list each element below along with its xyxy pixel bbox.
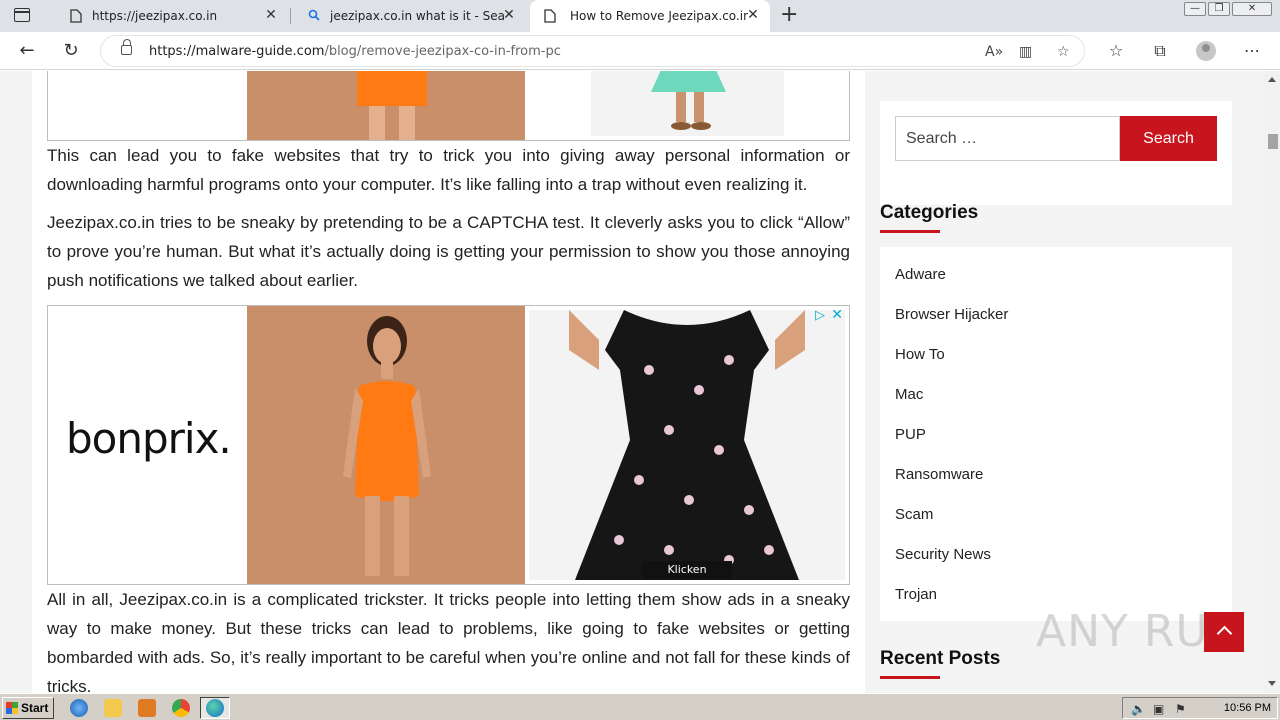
favorites-icon[interactable]: ☆ <box>1106 41 1126 60</box>
profile-avatar[interactable] <box>1196 41 1216 61</box>
category-link[interactable]: Security News <box>895 546 991 563</box>
ad-photo-floral-dress <box>529 310 845 580</box>
search-widget: Search … Search <box>880 101 1232 205</box>
start-button[interactable]: Start <box>2 697 54 719</box>
category-link[interactable]: Ransomware <box>895 466 983 483</box>
adchoices-icon[interactable]: ▷ <box>815 308 825 323</box>
tab-jeezipax[interactable]: https://jeezipax.co.in ✕ <box>56 0 288 32</box>
start-label: Start <box>21 701 49 715</box>
page-viewport: This can lead you to fake websites that … <box>0 71 1264 693</box>
article-paragraph: All in all, Jeezipax.co.in is a complica… <box>47 590 850 693</box>
categories-heading: Categories <box>880 202 979 223</box>
taskbar-edge-button[interactable] <box>200 697 230 719</box>
chrome-icon[interactable] <box>172 699 190 717</box>
tab-divider <box>290 8 291 24</box>
category-link[interactable]: Mac <box>895 386 923 403</box>
tab-close-icon[interactable]: ✕ <box>264 8 278 22</box>
model-floral-dress-illustration <box>569 310 805 580</box>
volume-icon[interactable]: 🔈 <box>1131 702 1146 716</box>
back-to-top-button[interactable] <box>1204 612 1244 652</box>
ad-photo-orange <box>247 71 525 140</box>
read-aloud-icon[interactable]: A» <box>985 44 1003 60</box>
reader-view-icon[interactable]: ▥ <box>1019 44 1032 60</box>
article-paragraph: Jeezipax.co.in tries to be sneaky by pre… <box>47 213 850 290</box>
category-link[interactable]: Adware <box>895 266 946 283</box>
model-skirt-illustration <box>651 71 726 130</box>
category-link[interactable]: PUP <box>895 426 926 443</box>
search-icon <box>308 9 320 21</box>
vertical-scrollbar[interactable] <box>1264 71 1280 693</box>
tab-active-article[interactable]: How to Remove Jeezipax.co.in f ✕ <box>530 0 770 32</box>
tab-close-icon[interactable]: ✕ <box>502 8 516 22</box>
browser-tab-strip: https://jeezipax.co.in ✕ jeezipax.co.in … <box>0 0 1280 32</box>
scroll-down-arrow-icon[interactable] <box>1268 681 1276 686</box>
url-path: /blog/remove-jeezipax-co-in-from-pc <box>324 44 561 59</box>
edge-icon <box>206 699 224 717</box>
collections-icon[interactable]: ⧉ <box>1150 41 1170 61</box>
category-link[interactable]: Browser Hijacker <box>895 306 1008 323</box>
flag-icon[interactable]: ⚑ <box>1175 702 1186 716</box>
recent-posts-heading: Recent Posts <box>880 648 1001 669</box>
maximize-icon[interactable]: ❐ <box>1208 2 1230 16</box>
model-orange-dress-illustration <box>343 316 431 576</box>
search-button[interactable]: Search <box>1120 116 1217 161</box>
categories-list: Adware Browser Hijacker How To Mac PUP R… <box>880 247 1232 621</box>
internet-explorer-icon[interactable] <box>70 699 88 717</box>
ad-photo-white <box>591 71 784 136</box>
page-icon <box>70 9 82 23</box>
ad-close-icon[interactable]: ✕ <box>831 307 843 323</box>
search-input[interactable]: Search … <box>895 116 1120 161</box>
tab-close-icon[interactable]: ✕ <box>746 8 760 22</box>
tab-search[interactable]: jeezipax.co.in what is it - Search ✕ <box>294 0 526 32</box>
system-tray: 🔈 ▣ ⚑ 10:56 PM <box>1122 697 1278 719</box>
address-toolbar: ← ↻ https://malware-guide.com/blog/remov… <box>0 32 1280 70</box>
address-field[interactable]: https://malware-guide.com/blog/remove-je… <box>100 35 1085 67</box>
scrollbar-thumb[interactable] <box>1268 134 1278 149</box>
windows-taskbar: Start 🔈 ▣ ⚑ 10:56 PM <box>0 693 1280 720</box>
category-link[interactable]: Scam <box>895 506 933 523</box>
tab-label: How to Remove Jeezipax.co.in f <box>570 9 748 23</box>
page-icon <box>544 9 556 23</box>
tab-label: https://jeezipax.co.in <box>92 9 218 23</box>
tab-label: jeezipax.co.in what is it - Search <box>330 9 506 23</box>
category-link[interactable]: Trojan <box>895 586 937 603</box>
back-arrow-icon[interactable]: ← <box>16 40 38 62</box>
minimize-icon[interactable]: — <box>1184 2 1206 16</box>
ad-image-top[interactable] <box>47 71 850 141</box>
article-content: This can lead you to fake websites that … <box>32 71 865 693</box>
ad-photo-orange-dress <box>247 306 525 584</box>
heading-underline <box>880 230 940 233</box>
ad-cta-button[interactable]: Klicken <box>642 561 732 579</box>
article-paragraph: This can lead you to fake websites that … <box>47 146 850 194</box>
more-menu-icon[interactable]: ⋯ <box>1242 41 1262 60</box>
close-window-icon[interactable]: ✕ <box>1232 2 1272 16</box>
media-player-icon[interactable] <box>138 699 156 717</box>
window-menu-icon[interactable] <box>14 8 30 22</box>
url-host: https://malware-guide.com <box>149 44 325 59</box>
model-legs-illustration <box>357 71 427 140</box>
refresh-icon[interactable]: ↻ <box>60 40 82 62</box>
network-icon[interactable]: ▣ <box>1153 702 1164 716</box>
ad-banner-bonprix[interactable]: bonprix. Klicken ▷ ✕ <box>47 305 850 585</box>
add-favorite-icon[interactable]: ☆ <box>1057 44 1070 60</box>
clock: 10:56 PM <box>1223 702 1271 714</box>
heading-underline <box>880 676 940 679</box>
category-link[interactable]: How To <box>895 346 945 363</box>
url-text: https://malware-guide.com/blog/remove-je… <box>149 44 561 59</box>
scroll-up-arrow-icon[interactable] <box>1268 77 1276 82</box>
folder-icon[interactable] <box>104 699 122 717</box>
ad-brand-logo: bonprix. <box>66 414 232 463</box>
windows-logo-icon <box>6 702 18 714</box>
new-tab-icon[interactable]: + <box>780 4 798 26</box>
lock-icon <box>121 39 132 55</box>
